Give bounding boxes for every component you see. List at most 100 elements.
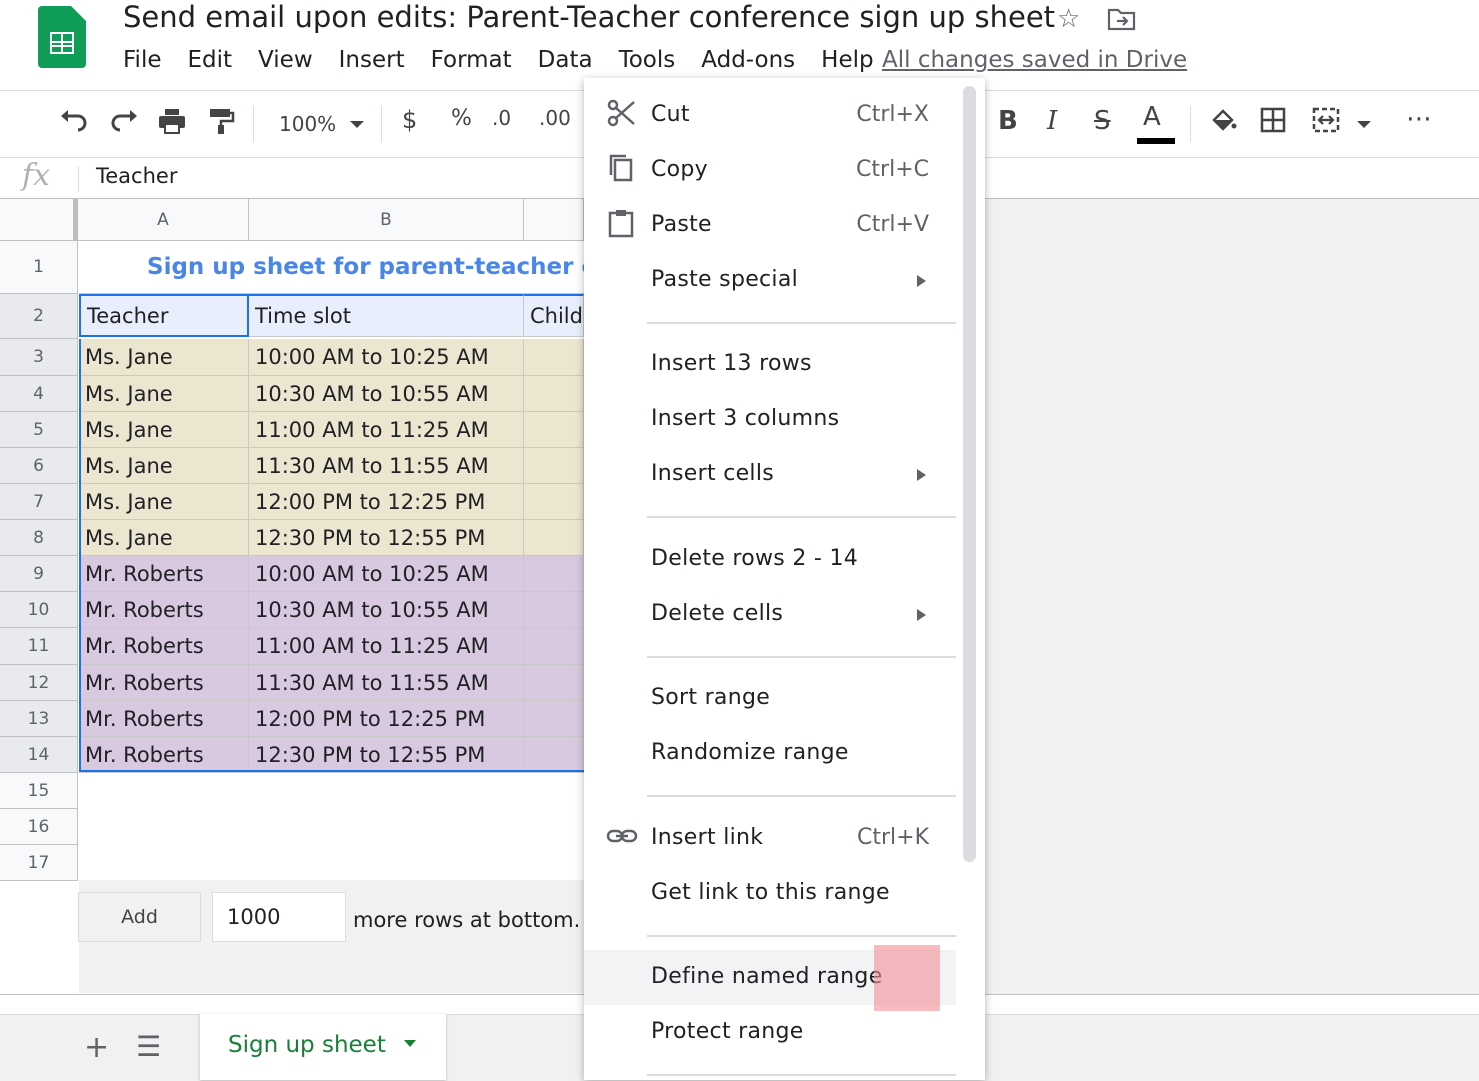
child-cell[interactable] bbox=[524, 628, 584, 665]
row-header[interactable]: 5 bbox=[0, 412, 78, 448]
decrease-decimal-button[interactable]: .0 bbox=[492, 106, 511, 130]
header-cell-teacher[interactable]: Teacher bbox=[79, 294, 249, 337]
row-header[interactable]: 6 bbox=[0, 448, 78, 484]
teacher-cell[interactable]: Ms. Jane bbox=[79, 376, 249, 412]
teacher-cell[interactable]: Mr. Roberts bbox=[79, 665, 249, 701]
italic-button[interactable]: I bbox=[1047, 106, 1057, 136]
time-slot-cell[interactable]: 12:00 PM to 12:25 PM bbox=[249, 701, 524, 737]
undo-icon[interactable] bbox=[58, 106, 90, 141]
time-slot-cell[interactable]: 12:30 PM to 12:55 PM bbox=[249, 737, 524, 773]
child-cell[interactable] bbox=[524, 592, 584, 628]
menu-item-delete-rows[interactable]: Delete rows 2 - 14 bbox=[584, 532, 956, 587]
menu-item-insert-link[interactable]: Insert link Ctrl+K bbox=[584, 811, 956, 866]
add-sheet-icon[interactable]: + bbox=[84, 1030, 109, 1065]
strikethrough-button[interactable]: S bbox=[1094, 106, 1111, 136]
time-slot-cell[interactable]: 12:30 PM to 12:55 PM bbox=[249, 520, 524, 556]
redo-icon[interactable] bbox=[108, 106, 140, 141]
child-cell[interactable] bbox=[524, 520, 584, 556]
row-header[interactable]: 11 bbox=[0, 628, 78, 665]
add-rows-count-input[interactable]: 1000 bbox=[212, 892, 346, 942]
teacher-cell[interactable]: Ms. Jane bbox=[79, 448, 249, 484]
child-cell[interactable] bbox=[524, 376, 584, 412]
menu-scrollbar[interactable] bbox=[963, 86, 976, 862]
row-header[interactable]: 1 bbox=[0, 241, 78, 294]
menu-file[interactable]: File bbox=[123, 47, 162, 79]
child-cell[interactable] bbox=[524, 701, 584, 737]
sheet-tab-sign-up-sheet[interactable]: Sign up sheet bbox=[200, 1014, 446, 1080]
menu-insert[interactable]: Insert bbox=[339, 47, 405, 79]
star-icon[interactable]: ☆ bbox=[1057, 4, 1080, 34]
sheet-title-cell[interactable]: Sign up sheet for parent-teacher con bbox=[79, 241, 584, 294]
move-folder-icon[interactable] bbox=[1107, 6, 1137, 39]
currency-format-button[interactable]: $ bbox=[402, 106, 417, 134]
menu-edit[interactable]: Edit bbox=[188, 47, 233, 79]
select-all-corner[interactable] bbox=[0, 199, 78, 241]
teacher-cell[interactable]: Mr. Roberts bbox=[79, 628, 249, 665]
menu-item-randomize-range[interactable]: Randomize range bbox=[584, 726, 956, 781]
child-cell[interactable] bbox=[524, 665, 584, 701]
menu-data[interactable]: Data bbox=[538, 47, 593, 79]
row-header[interactable]: 4 bbox=[0, 376, 78, 412]
percent-format-button[interactable]: % bbox=[451, 106, 472, 131]
save-status-link[interactable]: All changes saved in Drive bbox=[882, 47, 1187, 73]
menu-format[interactable]: Format bbox=[431, 47, 512, 79]
zoom-dropdown-icon[interactable] bbox=[350, 121, 364, 128]
time-slot-cell[interactable]: 11:30 AM to 11:55 AM bbox=[249, 448, 524, 484]
row-header[interactable]: 2 bbox=[0, 294, 78, 339]
row-header[interactable]: 12 bbox=[0, 665, 78, 701]
time-slot-cell[interactable]: 10:00 AM to 10:25 AM bbox=[249, 556, 524, 592]
time-slot-cell[interactable]: 11:00 AM to 11:25 AM bbox=[249, 628, 524, 665]
fill-color-icon[interactable] bbox=[1208, 106, 1238, 143]
menu-item-insert-rows[interactable]: Insert 13 rows bbox=[584, 337, 956, 392]
teacher-cell[interactable]: Mr. Roberts bbox=[79, 701, 249, 737]
teacher-cell[interactable]: Ms. Jane bbox=[79, 339, 249, 376]
merge-cells-icon[interactable] bbox=[1311, 106, 1341, 141]
row-header[interactable]: 3 bbox=[0, 339, 78, 376]
time-slot-cell[interactable]: 10:30 AM to 10:55 AM bbox=[249, 592, 524, 628]
child-cell[interactable] bbox=[524, 484, 584, 520]
menu-item-get-link[interactable]: Get link to this range bbox=[584, 866, 956, 921]
document-title[interactable]: Send email upon edits: Parent-Teacher co… bbox=[123, 0, 1055, 34]
child-cell[interactable] bbox=[524, 737, 584, 773]
teacher-cell[interactable]: Ms. Jane bbox=[79, 520, 249, 556]
column-header-c[interactable] bbox=[524, 199, 584, 241]
menu-item-paste-special[interactable]: Paste special bbox=[584, 253, 956, 308]
time-slot-cell[interactable]: 10:30 AM to 10:55 AM bbox=[249, 376, 524, 412]
more-icon[interactable]: ⋯ bbox=[1406, 104, 1432, 134]
bold-button[interactable]: B bbox=[998, 106, 1018, 136]
teacher-cell[interactable]: Mr. Roberts bbox=[79, 556, 249, 592]
time-slot-cell[interactable]: 11:30 AM to 11:55 AM bbox=[249, 665, 524, 701]
menu-item-copy[interactable]: Copy Ctrl+C bbox=[584, 143, 956, 198]
sheet-tab-dropdown-icon[interactable] bbox=[404, 1040, 416, 1047]
row-header[interactable]: 15 bbox=[0, 773, 78, 809]
increase-decimal-button[interactable]: .00 bbox=[539, 106, 571, 130]
row-header[interactable]: 8 bbox=[0, 520, 78, 556]
teacher-cell[interactable]: Ms. Jane bbox=[79, 484, 249, 520]
menu-item-insert-cells[interactable]: Insert cells bbox=[584, 447, 956, 502]
time-slot-cell[interactable]: 12:00 PM to 12:25 PM bbox=[249, 484, 524, 520]
row-header[interactable]: 16 bbox=[0, 809, 78, 845]
row-header[interactable]: 10 bbox=[0, 592, 78, 628]
row-header[interactable]: 17 bbox=[0, 845, 78, 881]
formula-input[interactable]: Teacher bbox=[96, 164, 177, 188]
teacher-cell[interactable]: Ms. Jane bbox=[79, 412, 249, 448]
column-header-a[interactable]: A bbox=[78, 199, 249, 241]
row-header[interactable]: 14 bbox=[0, 737, 78, 773]
borders-icon[interactable] bbox=[1259, 106, 1287, 141]
child-cell[interactable] bbox=[524, 448, 584, 484]
header-cell-child[interactable]: Child bbox=[524, 294, 584, 337]
row-header[interactable]: 7 bbox=[0, 484, 78, 520]
menu-item-paste[interactable]: Paste Ctrl+V bbox=[584, 198, 956, 253]
menu-item-insert-columns[interactable]: Insert 3 columns bbox=[584, 392, 956, 447]
menu-addons[interactable]: Add-ons bbox=[701, 47, 795, 79]
all-sheets-icon[interactable]: ☰ bbox=[136, 1030, 161, 1063]
child-cell[interactable] bbox=[524, 339, 584, 376]
print-icon[interactable] bbox=[156, 106, 188, 143]
header-cell-time-slot[interactable]: Time slot bbox=[249, 294, 524, 337]
menu-item-sort-range[interactable]: Sort range bbox=[584, 671, 956, 726]
teacher-cell[interactable]: Mr. Roberts bbox=[79, 592, 249, 628]
time-slot-cell[interactable]: 11:00 AM to 11:25 AM bbox=[249, 412, 524, 448]
zoom-select[interactable]: 100% bbox=[279, 112, 336, 136]
merge-dropdown-icon[interactable] bbox=[1357, 121, 1371, 128]
row-header[interactable]: 9 bbox=[0, 556, 78, 592]
